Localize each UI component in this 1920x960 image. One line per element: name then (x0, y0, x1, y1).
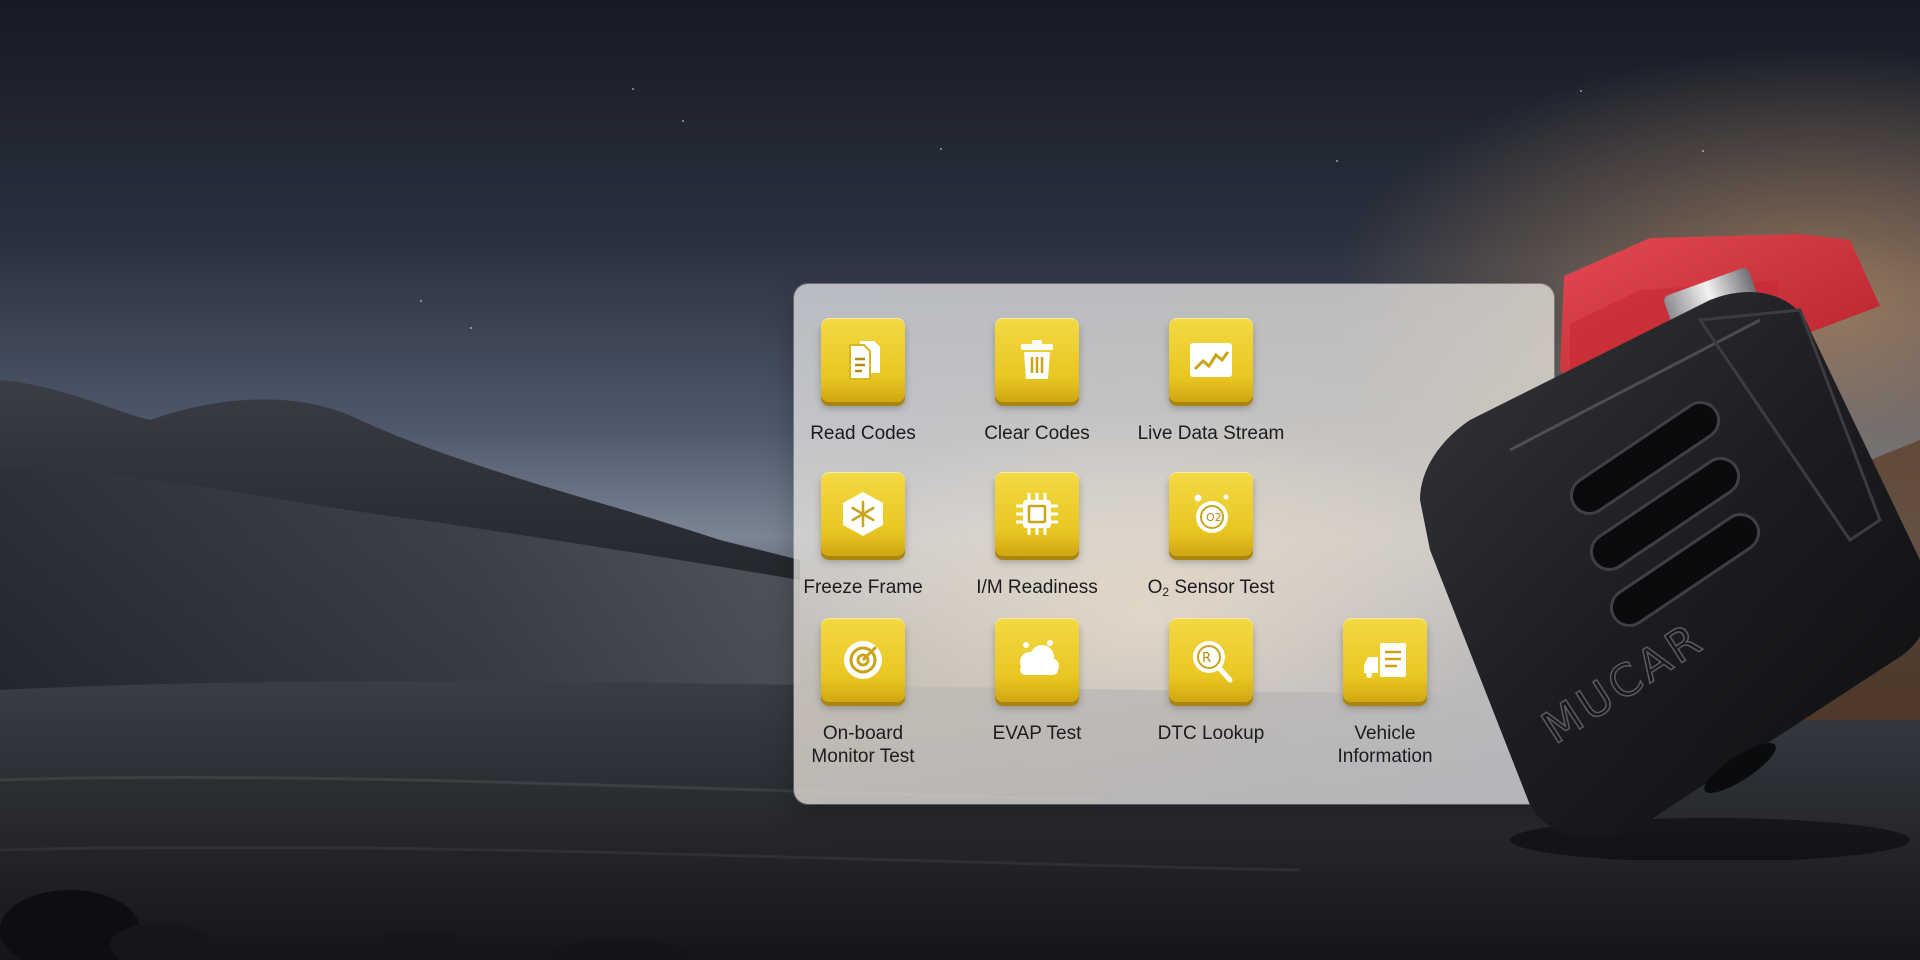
o2-sensor-icon: O2 (1194, 494, 1229, 533)
clear-codes-tile (995, 318, 1079, 402)
im-readiness-label: I/M Readiness (976, 577, 1098, 598)
feature-onboard-monitor-test[interactable]: On-board Monitor Test (768, 618, 958, 768)
graph-icon (1190, 343, 1232, 377)
feature-freeze-frame[interactable]: Freeze Frame (768, 472, 958, 599)
clear-codes-label: Clear Codes (984, 423, 1090, 444)
feature-clear-codes[interactable]: Clear Codes (942, 318, 1132, 445)
svg-text:O2: O2 (1206, 511, 1222, 524)
read-codes-tile (821, 318, 905, 402)
feature-o2-sensor-test[interactable]: O2 O2 Sensor Test (1116, 472, 1306, 604)
read-codes-label: Read Codes (810, 423, 916, 444)
trash-icon (1021, 340, 1053, 379)
freeze-frame-tile (821, 472, 905, 556)
live-data-stream-label: Live Data Stream (1137, 423, 1285, 444)
o2-sensor-test-tile: O2 (1169, 472, 1253, 556)
chip-icon (1016, 493, 1058, 535)
live-data-stream-tile (1169, 318, 1253, 402)
target-icon (844, 641, 882, 679)
evap-test-tile (995, 618, 1079, 702)
feature-im-readiness[interactable]: I/M Readiness (942, 472, 1132, 599)
feature-live-data-stream[interactable]: Live Data Stream (1116, 318, 1306, 445)
dtc-lookup-icon: R (1193, 641, 1233, 683)
o2-sensor-test-label: O2 Sensor Test (1147, 577, 1275, 599)
feature-read-codes[interactable]: Read Codes (768, 318, 958, 445)
obd2-scanner-device: MUCAR (1420, 234, 1920, 860)
snowflake-icon (843, 492, 883, 536)
onboard-monitor-test-tile (821, 618, 905, 702)
dtc-lookup-tile: R (1169, 618, 1253, 702)
cloud-icon (1020, 640, 1059, 675)
svg-text:R: R (1202, 651, 1211, 666)
onboard-monitor-test-label: On-board Monitor Test (811, 723, 915, 767)
dtc-lookup-label: DTC Lookup (1157, 723, 1265, 744)
feature-evap-test[interactable]: EVAP Test (942, 618, 1132, 745)
im-readiness-tile (995, 472, 1079, 556)
evap-test-label: EVAP Test (992, 723, 1082, 744)
feature-dtc-lookup[interactable]: R DTC Lookup (1116, 618, 1306, 745)
document-icon (849, 341, 880, 380)
freeze-frame-label: Freeze Frame (803, 577, 923, 598)
